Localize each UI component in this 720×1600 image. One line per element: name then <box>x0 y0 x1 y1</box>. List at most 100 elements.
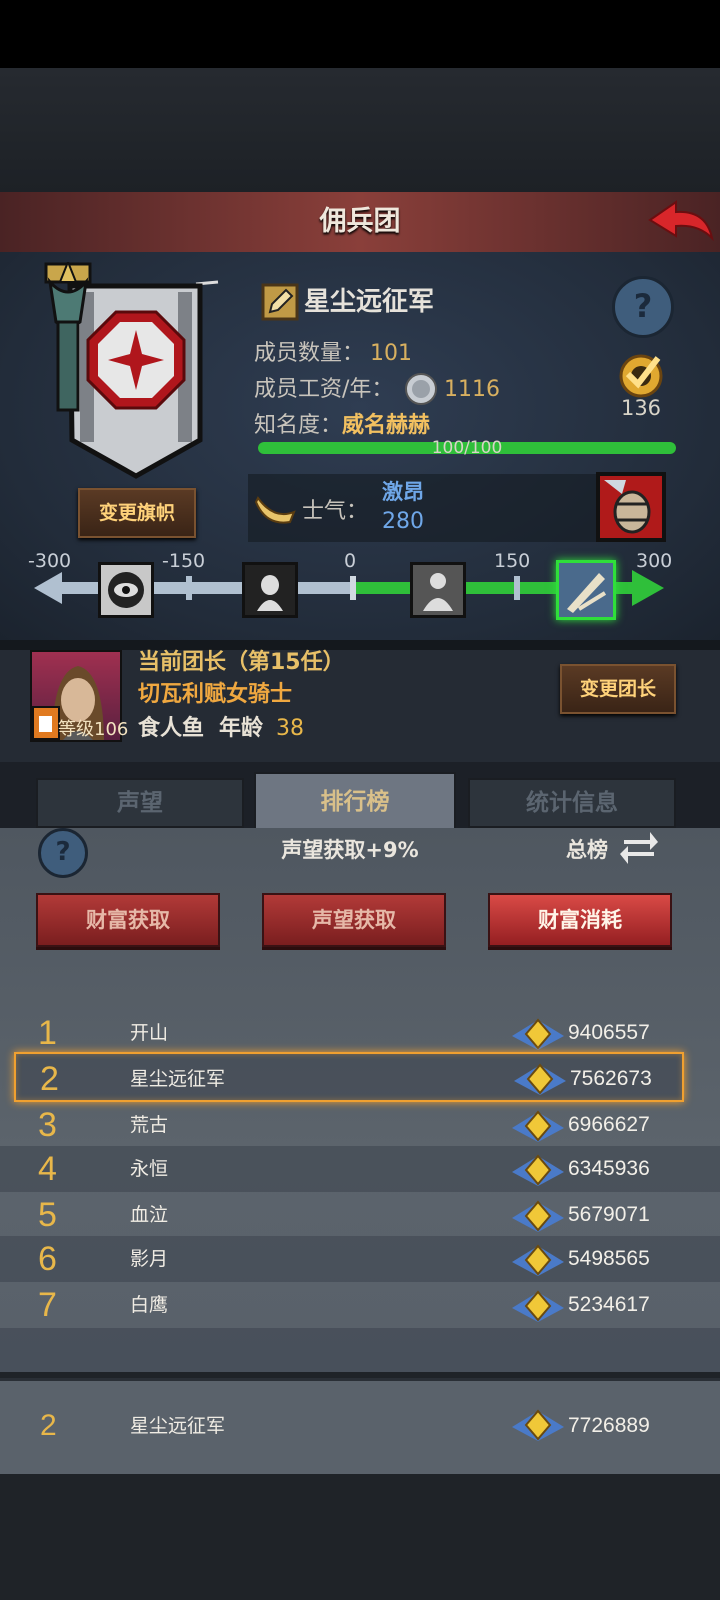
row-value: 5234617 <box>568 1293 650 1316</box>
row-rank: 3 <box>38 1106 57 1144</box>
salary-label: 成员工资/年： <box>254 377 394 402</box>
back-button[interactable] <box>646 198 716 248</box>
tick-label: 0 <box>344 550 357 572</box>
ranking-row[interactable]: 6 影月 5498565 <box>0 1236 720 1282</box>
morale-excited-icon[interactable] <box>556 560 616 620</box>
morale-state: 激昂 <box>382 480 424 504</box>
row-value: 5498565 <box>568 1247 650 1270</box>
row-value: 6345936 <box>568 1157 650 1180</box>
rank-emblem-icon <box>514 1063 566 1095</box>
leader-title: 当前团长（第15任） <box>138 650 345 675</box>
members-row: 成员数量： 101 <box>254 338 412 370</box>
level-icon <box>32 706 60 740</box>
ranking-help-button[interactable]: ? <box>38 828 88 878</box>
row-value: 6966627 <box>568 1113 650 1136</box>
change-leader-button[interactable]: 变更团长 <box>560 664 676 714</box>
leader-level: 等级106 <box>58 719 129 740</box>
help-button[interactable]: ? <box>612 276 674 338</box>
background-strip <box>0 68 720 192</box>
switch-icon[interactable] <box>620 828 658 868</box>
row-name: 影月 <box>130 1248 169 1270</box>
tab-reputation[interactable]: 声望 <box>36 778 244 828</box>
filter-reputation-gain[interactable]: 声望获取 <box>262 893 446 947</box>
change-flag-button[interactable]: 变更旗帜 <box>78 488 196 538</box>
morale-despair-icon[interactable] <box>98 562 154 618</box>
tick-label: -150 <box>162 550 206 572</box>
guild-name: 星尘远征军 <box>304 287 435 317</box>
guild-banner-icon <box>44 262 219 479</box>
my-value: 7726889 <box>568 1414 650 1437</box>
row-name: 白鹰 <box>130 1294 169 1316</box>
row-rank: 1 <box>38 1014 57 1052</box>
row-value: 7562673 <box>570 1067 652 1090</box>
rank-emblem-icon <box>512 1154 564 1186</box>
tab-ranking[interactable]: 排行榜 <box>254 772 456 832</box>
barrel-icon[interactable] <box>596 472 666 542</box>
tick-label: 150 <box>494 550 531 572</box>
rank-emblem-icon <box>512 1409 564 1441</box>
tick-label: 300 <box>636 550 673 572</box>
ranking-row[interactable]: 3 荒古 6966627 <box>0 1102 720 1148</box>
my-name: 星尘远征军 <box>130 1415 226 1437</box>
silver-coin-icon <box>405 373 437 405</box>
leader-race: 食人鱼 <box>138 716 205 741</box>
row-rank: 2 <box>40 1060 59 1098</box>
status-bar <box>0 0 720 68</box>
fame-value: 威名赫赫 <box>342 413 431 438</box>
leader-name: 切瓦利赋女骑士 <box>138 682 293 707</box>
back-arrow-icon <box>648 200 714 242</box>
row-rank: 7 <box>38 1286 57 1324</box>
filter-wealth-gain[interactable]: 财富获取 <box>36 893 220 947</box>
edit-name-icon[interactable] <box>260 282 300 322</box>
ranking-header: ? 声望获取+9% 总榜 <box>0 828 720 888</box>
row-name: 开山 <box>130 1022 169 1044</box>
rank-emblem-icon <box>512 1244 564 1276</box>
rank-emblem-icon <box>512 1018 564 1050</box>
row-rank: 5 <box>38 1196 57 1234</box>
morale-calm-icon[interactable] <box>410 562 466 618</box>
rank-emblem-icon <box>512 1290 564 1322</box>
ranking-row[interactable]: 7 白鹰 5234617 <box>0 1282 720 1328</box>
ranking-row-partial <box>0 1328 720 1372</box>
salary-value: 1116 <box>444 377 500 402</box>
page-title: 佣兵团 <box>319 206 401 237</box>
row-name: 血泣 <box>130 1204 169 1226</box>
scope-label: 总榜 <box>566 838 608 862</box>
row-rank: 6 <box>38 1240 57 1278</box>
morale-value: 280 <box>382 509 424 534</box>
footer-area <box>0 1474 720 1600</box>
reputation-bonus: 声望获取+9% <box>281 838 419 862</box>
tab-statistics[interactable]: 统计信息 <box>468 778 676 828</box>
leader-info: 食人鱼 年龄 38 <box>138 714 304 744</box>
ranking-row-highlighted[interactable]: 2 星尘远征军 7562673 <box>14 1052 684 1102</box>
ranking-row[interactable]: 5 血泣 5679071 <box>0 1192 720 1238</box>
leader-age-value: 38 <box>276 716 305 741</box>
tick-label: -300 <box>28 550 72 572</box>
members-value: 101 <box>370 341 413 366</box>
question-icon: ? <box>55 837 71 867</box>
salary-row: 成员工资/年： <box>254 374 393 406</box>
row-name: 星尘远征军 <box>130 1068 226 1090</box>
ranking-row[interactable]: 4 永恒 6345936 <box>0 1146 720 1192</box>
section-divider <box>0 640 720 650</box>
morale-fear-icon[interactable] <box>242 562 298 618</box>
rank-emblem-icon <box>512 1110 564 1142</box>
row-rank: 4 <box>38 1150 57 1188</box>
leader-age-label: 年龄 <box>219 716 264 741</box>
fame-progress-text: 100/100 <box>431 438 503 458</box>
rank-emblem-icon <box>512 1200 564 1232</box>
ranking-row[interactable]: 1 开山 9406557 <box>0 1010 720 1056</box>
my-rank: 2 <box>40 1409 57 1442</box>
filter-wealth-spent[interactable]: 财富消耗 <box>488 893 672 947</box>
morale-label: 士气： <box>302 499 369 524</box>
row-value: 9406557 <box>568 1021 650 1044</box>
achievement-badge-icon[interactable] <box>612 350 670 400</box>
fame-label: 知名度： <box>254 413 343 438</box>
my-rank-row[interactable]: 2 星尘远征军 7726889 <box>0 1378 720 1477</box>
header-bar: 佣兵团 <box>0 192 720 255</box>
badge-count: 136 <box>620 396 662 420</box>
row-name: 荒古 <box>130 1114 169 1136</box>
horn-icon <box>254 496 296 524</box>
members-label: 成员数量： <box>254 341 365 366</box>
question-icon: ? <box>633 287 653 325</box>
